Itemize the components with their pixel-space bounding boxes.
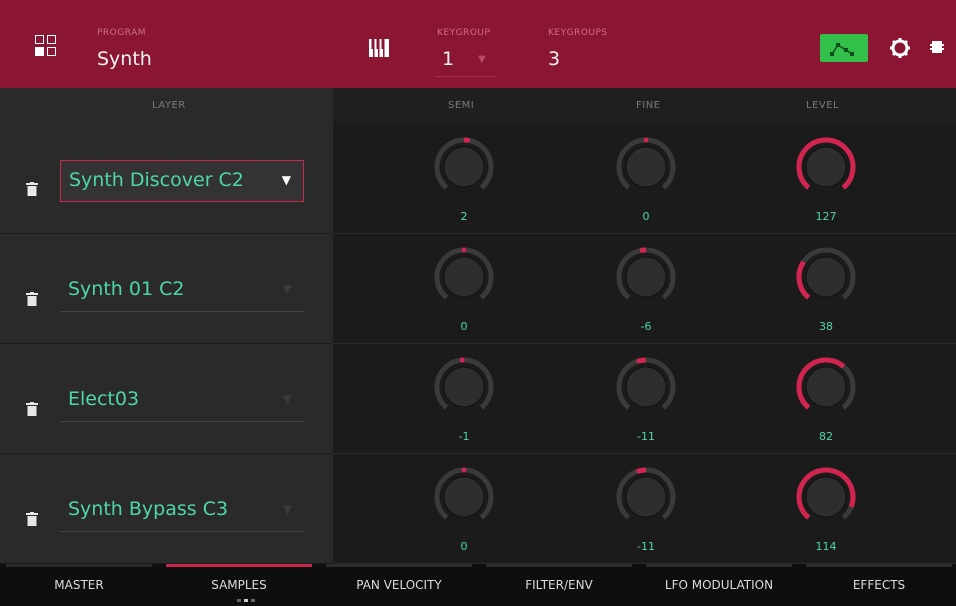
- semi-value: 0: [460, 540, 468, 553]
- semi-knob[interactable]: [433, 136, 495, 198]
- page-indicator: [237, 599, 261, 603]
- level-knob[interactable]: [795, 356, 857, 418]
- fine-column-header: FINE: [636, 100, 661, 111]
- trash-icon[interactable]: [26, 182, 38, 196]
- sample-name: Synth 01 C2: [68, 278, 185, 300]
- fine-value: 0: [642, 210, 650, 223]
- grid-menu-icon[interactable]: [35, 35, 57, 57]
- keygroup-value[interactable]: 1: [442, 48, 454, 70]
- fine-knob[interactable]: [615, 246, 677, 308]
- chevron-down-icon[interactable]: ▼: [283, 502, 292, 516]
- tab-filter-env[interactable]: FILTER/ENV: [480, 564, 638, 606]
- fine-value: -11: [637, 430, 655, 443]
- header-bar: PROGRAM Synth KEYGROUP 1 ▼ KEYGROUPS 3: [0, 0, 956, 88]
- keygroups-label: KEYGROUPS: [548, 28, 608, 38]
- semi-knob[interactable]: [433, 466, 495, 528]
- semi-value: 0: [460, 320, 468, 333]
- sample-select[interactable]: Synth 01 C2 ▼: [60, 270, 304, 312]
- semi-knob[interactable]: [433, 356, 495, 418]
- tab-label: FILTER/ENV: [525, 578, 593, 592]
- level-knob[interactable]: [795, 136, 857, 198]
- layer-row: Synth Bypass C3 ▼ 0 -11 114: [0, 454, 956, 564]
- semi-value: -1: [458, 430, 470, 443]
- tab-lfo-modulation[interactable]: LFO MODULATION: [640, 564, 798, 606]
- tab-label: SAMPLES: [211, 578, 267, 592]
- layer-column-header: LAYER: [152, 100, 186, 111]
- tab-effects[interactable]: EFFECTS: [800, 564, 956, 606]
- layer-cell: Synth Discover C2 ▼: [0, 124, 333, 234]
- keyboard-icon[interactable]: [368, 37, 390, 59]
- sample-name: Elect03: [68, 388, 140, 410]
- keygroups-value[interactable]: 3: [548, 48, 560, 70]
- tab-pan-velocity[interactable]: PAN VELOCITY: [320, 564, 478, 606]
- fine-value: -6: [640, 320, 652, 333]
- tab-indicator: [166, 564, 312, 567]
- semi-value: 2: [460, 210, 468, 223]
- tab-label: LFO MODULATION: [664, 578, 774, 592]
- layer-cell: Elect03 ▼: [0, 344, 333, 454]
- stop-icon[interactable]: [930, 39, 944, 55]
- tab-indicator: [646, 564, 792, 567]
- chevron-down-icon[interactable]: ▼: [283, 282, 292, 296]
- sample-select-underline: [60, 531, 304, 532]
- layer-row: Elect03 ▼ -1 -11 82: [0, 344, 956, 454]
- level-value: 114: [815, 540, 837, 553]
- tab-indicator: [326, 564, 472, 567]
- trash-icon[interactable]: [26, 512, 38, 526]
- trash-icon[interactable]: [26, 402, 38, 416]
- semi-column-header: SEMI: [448, 100, 475, 111]
- chevron-down-icon[interactable]: ▼: [283, 392, 292, 406]
- chevron-down-icon[interactable]: ▼: [282, 173, 291, 187]
- layer-cell: Synth Bypass C3 ▼: [0, 454, 333, 564]
- sample-select[interactable]: Elect03 ▼: [60, 380, 304, 422]
- fine-knob[interactable]: [615, 136, 677, 198]
- tab-label: PAN VELOCITY: [356, 578, 442, 592]
- sample-select[interactable]: Synth Bypass C3 ▼: [60, 490, 304, 532]
- tab-indicator: [486, 564, 632, 567]
- sample-name: Synth Discover C2: [69, 169, 244, 191]
- envelope-icon: [830, 43, 854, 56]
- sample-select[interactable]: Synth Discover C2 ▼: [60, 160, 304, 202]
- bottom-tab-bar: MASTER SAMPLES PAN VELOCITY FILTER/ENV LFO M…: [0, 564, 956, 606]
- layer-row: Synth Discover C2 ▼ 2 0 127: [0, 124, 956, 234]
- tab-indicator: [806, 564, 952, 567]
- level-column-header: LEVEL: [806, 100, 840, 111]
- fine-value: -11: [637, 540, 655, 553]
- gear-icon[interactable]: [889, 37, 911, 59]
- tab-master[interactable]: MASTER: [0, 564, 158, 606]
- keygroup-label: KEYGROUP: [437, 28, 491, 38]
- sample-select-underline: [60, 311, 304, 312]
- tab-label: EFFECTS: [852, 578, 906, 592]
- program-label: PROGRAM: [97, 28, 147, 38]
- sample-name: Synth Bypass C3: [68, 498, 229, 520]
- column-header-row: LAYER SEMI FINE LEVEL: [0, 88, 956, 125]
- envelope-button[interactable]: [820, 34, 868, 62]
- semi-knob[interactable]: [433, 246, 495, 308]
- level-knob[interactable]: [795, 246, 857, 308]
- tab-label: MASTER: [54, 578, 104, 592]
- level-value: 82: [819, 430, 833, 443]
- tab-indicator: [6, 564, 152, 567]
- fine-knob[interactable]: [615, 466, 677, 528]
- layer-row: Synth 01 C2 ▼ 0 -6 38: [0, 234, 956, 344]
- layer-cell: Synth 01 C2 ▼: [0, 234, 333, 344]
- fine-knob[interactable]: [615, 356, 677, 418]
- level-knob[interactable]: [795, 466, 857, 528]
- trash-icon[interactable]: [26, 292, 38, 306]
- layer-list: Synth Discover C2 ▼ 2 0 127 Synth 01 C2 ▼ 0 -6 38…: [0, 124, 956, 564]
- level-value: 127: [815, 210, 837, 223]
- sample-select-underline: [60, 421, 304, 422]
- program-value[interactable]: Synth: [97, 48, 152, 70]
- keygroup-dropdown-icon[interactable]: ▼: [478, 54, 486, 65]
- level-value: 38: [819, 320, 833, 333]
- keygroup-underline: [436, 76, 496, 77]
